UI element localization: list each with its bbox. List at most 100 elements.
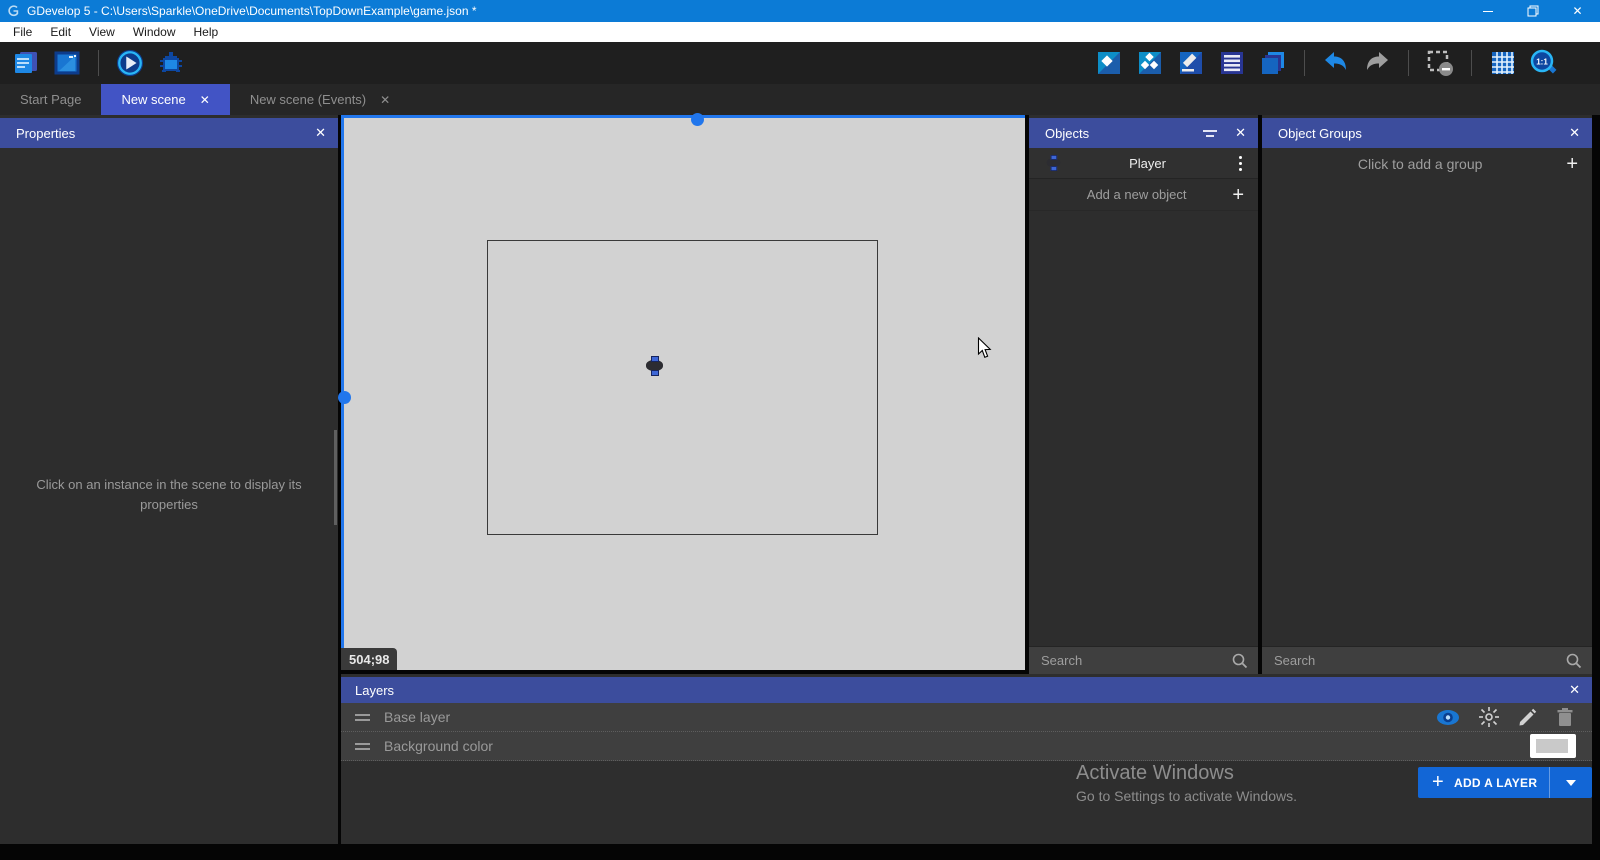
menu-file[interactable]: File: [4, 22, 41, 42]
tab-start-page[interactable]: Start Page: [0, 84, 101, 115]
toolbar-separator: [98, 50, 99, 76]
minimize-icon: [1483, 11, 1493, 12]
layer-row-base[interactable]: Base layer: [341, 703, 1592, 732]
grid-icon[interactable]: [1489, 49, 1517, 77]
titlebar: GDevelop 5 - C:\Users\Sparkle\OneDrive\D…: [0, 0, 1600, 22]
preview-play-icon[interactable]: [116, 49, 144, 77]
cursor-coordinates-badge: 504;98: [341, 648, 397, 670]
scrollbar[interactable]: [334, 430, 337, 525]
resize-handle-left[interactable]: [338, 391, 351, 404]
windows-activation-watermark: Activate Windows Go to Settings to activ…: [1076, 762, 1297, 804]
add-group-row[interactable]: Click to add a group +: [1262, 148, 1592, 180]
search-icon: [1232, 653, 1248, 669]
tab-new-scene[interactable]: New scene ✕: [101, 84, 229, 115]
add-layer-dropdown[interactable]: [1550, 780, 1592, 786]
watermark-title: Activate Windows: [1076, 762, 1297, 785]
visibility-eye-icon[interactable]: [1436, 709, 1460, 726]
clear-selection-icon[interactable]: [1426, 49, 1454, 77]
objects-search-row: [1029, 646, 1258, 674]
gdevelop-logo-icon: [6, 4, 20, 18]
player-instance[interactable]: [646, 356, 663, 376]
background-color-swatch[interactable]: [1530, 734, 1576, 758]
close-panel-icon[interactable]: ✕: [1569, 125, 1580, 141]
menu-help[interactable]: Help: [185, 22, 228, 42]
filter-icon[interactable]: [1203, 130, 1217, 137]
undo-icon[interactable]: [1322, 49, 1350, 77]
objects-panel-icon[interactable]: [1095, 49, 1123, 77]
scene-window-icon[interactable]: [53, 49, 81, 77]
layer-name: Background color: [384, 738, 493, 754]
panel-title: Properties: [16, 126, 75, 141]
close-window-button[interactable]: ✕: [1555, 0, 1600, 22]
resize-handle-top[interactable]: [691, 113, 704, 126]
selection-line-top: [341, 115, 1025, 118]
svg-text:1:1: 1:1: [1536, 58, 1548, 67]
zoom-original-icon[interactable]: 1:1: [1530, 49, 1558, 77]
plus-icon[interactable]: +: [1228, 185, 1248, 205]
layers-panel-header: Layers ✕: [341, 677, 1592, 703]
tab-close-icon[interactable]: ✕: [380, 93, 390, 107]
layer-name: Base layer: [384, 709, 450, 725]
window-controls: ✕: [1465, 0, 1600, 22]
menu-window[interactable]: Window: [124, 22, 185, 42]
menu-edit[interactable]: Edit: [41, 22, 80, 42]
objects-search-input[interactable]: [1041, 653, 1232, 668]
objects-panel-header: Objects ✕: [1029, 118, 1258, 148]
properties-panel-header: Properties ✕: [0, 118, 338, 148]
redo-icon[interactable]: [1363, 49, 1391, 77]
close-panel-icon[interactable]: ✕: [315, 125, 326, 141]
add-object-label: Add a new object: [1045, 187, 1228, 202]
game-window-border: [487, 240, 878, 535]
window-title: GDevelop 5 - C:\Users\Sparkle\OneDrive\D…: [27, 4, 477, 18]
layer-effects-icon[interactable]: [1478, 706, 1500, 728]
drag-handle-icon[interactable]: [355, 714, 370, 721]
close-panel-icon[interactable]: ✕: [1569, 682, 1580, 698]
properties-empty-message: Click on an instance in the scene to dis…: [24, 475, 314, 515]
close-panel-icon[interactable]: ✕: [1235, 125, 1246, 141]
minimize-button[interactable]: [1465, 0, 1510, 22]
object-groups-panel-icon[interactable]: [1136, 49, 1164, 77]
properties-panel: Properties ✕ Click on an instance in the…: [0, 115, 338, 844]
instances-list-panel-icon[interactable]: [1218, 49, 1246, 77]
restore-icon: [1527, 5, 1539, 17]
panel-title: Object Groups: [1278, 126, 1362, 141]
toolbar-separator: [1304, 50, 1305, 76]
instance-properties-panel-icon[interactable]: [1177, 49, 1205, 77]
toolbar-separator: [1471, 50, 1472, 76]
edit-layer-pencil-icon[interactable]: [1518, 707, 1538, 727]
object-name: Player: [1062, 156, 1233, 171]
object-row-player[interactable]: Player: [1029, 148, 1258, 179]
toolbar-right-group: 1:1: [1095, 49, 1588, 77]
tab-label: Start Page: [20, 92, 81, 107]
tab-close-icon[interactable]: ✕: [200, 93, 210, 107]
tab-label: New scene (Events): [250, 92, 366, 107]
mouse-cursor-icon: [977, 337, 992, 359]
add-layer-button[interactable]: + ADD A LAYER: [1418, 767, 1592, 798]
object-menu-icon[interactable]: [1233, 156, 1248, 171]
watermark-subtitle: Go to Settings to activate Windows.: [1076, 788, 1297, 804]
search-icon: [1566, 653, 1582, 669]
add-group-label: Click to add a group: [1278, 156, 1562, 172]
delete-layer-trash-icon[interactable]: [1556, 707, 1574, 727]
plus-icon[interactable]: +: [1562, 154, 1582, 174]
gdevelop-window: GDevelop 5 - C:\Users\Sparkle\OneDrive\D…: [0, 0, 1600, 860]
drag-handle-icon[interactable]: [355, 743, 370, 750]
object-groups-panel: Object Groups ✕ Click to add a group +: [1262, 115, 1592, 674]
groups-search-input[interactable]: [1274, 653, 1566, 668]
toolbar-separator: [1408, 50, 1409, 76]
toolbar: 1:1: [0, 42, 1600, 84]
tab-new-scene-events[interactable]: New scene (Events) ✕: [230, 84, 410, 115]
scene-canvas[interactable]: 504;98: [341, 115, 1025, 670]
tab-label: New scene: [121, 92, 185, 107]
project-manager-icon[interactable]: [12, 49, 40, 77]
menu-view[interactable]: View: [80, 22, 124, 42]
color-preview: [1536, 739, 1568, 753]
add-layer-label: ADD A LAYER: [1454, 776, 1537, 790]
menubar: File Edit View Window Help: [0, 22, 1600, 42]
restore-button[interactable]: [1510, 0, 1555, 22]
debug-icon[interactable]: [157, 49, 185, 77]
layers-panel-icon[interactable]: [1259, 49, 1287, 77]
add-object-row[interactable]: Add a new object +: [1029, 179, 1258, 211]
chevron-down-icon: [1566, 780, 1576, 786]
layer-row-background[interactable]: Background color: [341, 732, 1592, 761]
